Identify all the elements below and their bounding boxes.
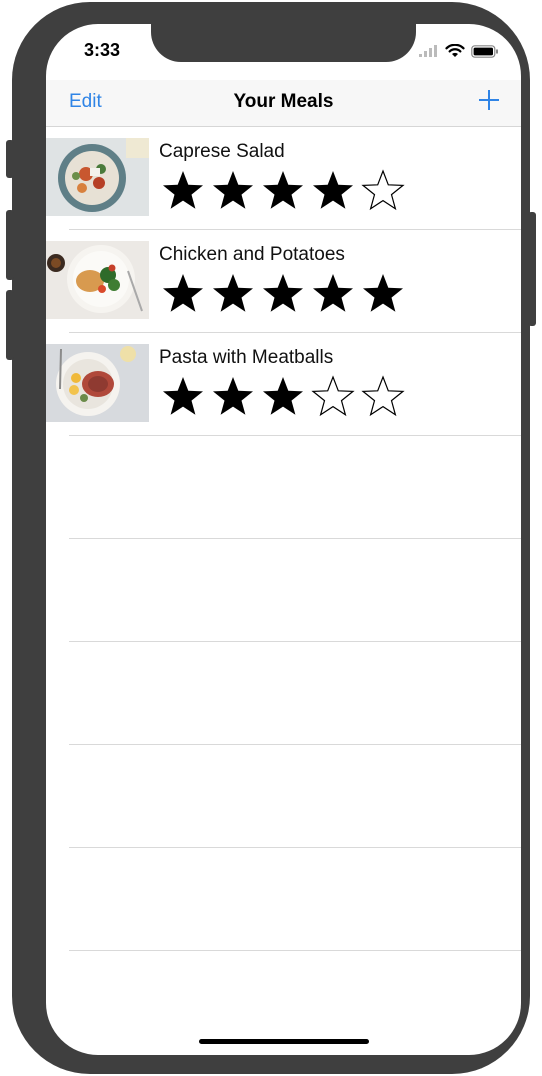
power-button xyxy=(528,212,536,326)
empty-row xyxy=(46,642,521,745)
star-filled-icon[interactable] xyxy=(261,169,305,213)
meal-row[interactable]: Pasta with Meatballs xyxy=(46,333,521,436)
star-empty-icon[interactable] xyxy=(311,375,355,419)
edit-button[interactable]: Edit xyxy=(69,91,102,113)
meal-photo xyxy=(46,344,149,422)
meal-photo xyxy=(46,138,149,216)
status-time: 3:33 xyxy=(84,40,121,60)
volume-down-button xyxy=(6,290,14,360)
star-empty-icon[interactable] xyxy=(361,375,405,419)
rating-control[interactable] xyxy=(161,272,405,316)
star-empty-icon[interactable] xyxy=(361,169,405,213)
home-indicator xyxy=(199,1039,369,1044)
meal-row[interactable]: Chicken and Potatoes xyxy=(46,230,521,333)
navigation-bar: Your Meals Edit xyxy=(46,80,521,127)
star-filled-icon[interactable] xyxy=(261,375,305,419)
empty-row xyxy=(46,539,521,642)
battery-icon xyxy=(471,44,498,58)
silent-switch xyxy=(6,140,14,178)
volume-up-button xyxy=(6,210,14,280)
signal-icon xyxy=(419,45,437,57)
empty-row xyxy=(46,848,521,951)
star-filled-icon[interactable] xyxy=(161,272,205,316)
rating-control[interactable] xyxy=(161,169,405,213)
device-frame: 3:33 Your Meals Edit Caprese Salad Chick… xyxy=(12,2,530,1074)
empty-row xyxy=(46,436,521,539)
star-filled-icon[interactable] xyxy=(361,272,405,316)
rating-control[interactable] xyxy=(161,375,405,419)
star-filled-icon[interactable] xyxy=(161,169,205,213)
meal-row[interactable]: Caprese Salad xyxy=(46,127,521,230)
star-filled-icon[interactable] xyxy=(211,272,255,316)
star-filled-icon[interactable] xyxy=(311,272,355,316)
meal-list: Caprese Salad Chicken and Potatoes Pasta… xyxy=(46,127,521,951)
wifi-icon xyxy=(445,44,465,57)
plus-icon[interactable] xyxy=(477,88,501,112)
app-screen: 3:33 Your Meals Edit Caprese Salad Chick… xyxy=(46,24,521,1055)
star-filled-icon[interactable] xyxy=(261,272,305,316)
star-filled-icon[interactable] xyxy=(311,169,355,213)
row-separator xyxy=(69,950,521,951)
star-filled-icon[interactable] xyxy=(211,375,255,419)
status-icons xyxy=(419,44,499,58)
meal-name: Caprese Salad xyxy=(159,141,285,162)
star-filled-icon[interactable] xyxy=(161,375,205,419)
meal-name: Chicken and Potatoes xyxy=(159,244,345,265)
page-title: Your Meals xyxy=(233,91,334,112)
meal-photo xyxy=(46,241,149,319)
empty-row xyxy=(46,745,521,848)
meal-name: Pasta with Meatballs xyxy=(159,347,334,368)
star-filled-icon[interactable] xyxy=(211,169,255,213)
device-notch xyxy=(151,24,416,62)
